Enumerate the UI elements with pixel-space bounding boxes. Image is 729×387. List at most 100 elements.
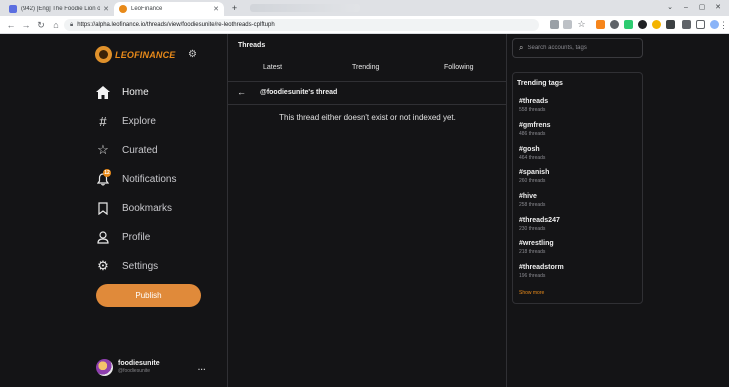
avatar: [96, 358, 113, 376]
tag-name: #wrestling: [519, 240, 554, 247]
extension-icon[interactable]: [652, 20, 661, 29]
brand-name: LEOFINANCE: [115, 49, 176, 60]
nav-bookmarks[interactable]: Bookmarks: [95, 200, 172, 216]
trending-tag-item[interactable]: #hive 258 threads: [519, 193, 545, 208]
nav-explore[interactable]: # Explore: [95, 113, 156, 129]
back-arrow-icon[interactable]: ←: [237, 87, 246, 97]
extension-icon[interactable]: [624, 20, 633, 29]
close-window-icon[interactable]: ✕: [712, 3, 724, 13]
more-options-icon[interactable]: ...: [198, 363, 206, 372]
trending-tag-item[interactable]: #gmfrens 486 threads: [519, 122, 551, 137]
youtube-favicon-icon: [9, 5, 17, 13]
nav-label: Settings: [122, 260, 159, 272]
threads-feed: Threads Latest Trending Following ← @foo…: [227, 34, 507, 387]
reload-icon[interactable]: ↻: [35, 19, 47, 31]
back-nav-icon[interactable]: ←: [5, 19, 17, 31]
trending-tag-item[interactable]: #spanish 260 threads: [519, 169, 549, 184]
nav-label: Notifications: [122, 173, 177, 185]
url-text: https://alpha.leofinance.io/threads/view…: [77, 22, 275, 28]
nav-label: Explore: [122, 115, 156, 127]
bell-icon: 12: [95, 169, 111, 187]
search-box[interactable]: ⌕: [512, 38, 643, 58]
nav-notifications[interactable]: 12 Notifications: [95, 169, 177, 187]
empty-state-message: This thread either doesn't exist or not …: [279, 113, 456, 122]
tab-following[interactable]: Following: [444, 64, 474, 71]
trending-tag-item[interactable]: #threadstorm 196 threads: [519, 264, 564, 279]
trending-tag-item[interactable]: #threads 558 threads: [519, 98, 548, 113]
extension-icon[interactable]: [610, 20, 619, 29]
bookmark-star-icon[interactable]: ☆: [577, 20, 586, 29]
metamask-extension-icon[interactable]: [596, 20, 605, 29]
star-icon: ☆: [97, 142, 109, 157]
profile-avatar-icon[interactable]: [710, 20, 719, 29]
search-input[interactable]: [527, 45, 628, 51]
browser-toolbar: ← → ↻ ⌂ 🔒︎ https://alpha.leofinance.io/t…: [0, 16, 729, 34]
tag-count: 558 threads: [519, 107, 546, 113]
browser-menu-icon[interactable]: ⋮: [719, 19, 728, 31]
share-icon[interactable]: [563, 20, 572, 29]
bookmark-icon: [95, 200, 111, 216]
extensions-puzzle-icon[interactable]: [682, 20, 691, 29]
account-name: foodiesunite: [118, 360, 160, 367]
tab-search-icon[interactable]: ⌄: [664, 3, 676, 13]
browser-tab-leofinance[interactable]: LeoFinance ✕: [114, 2, 224, 16]
thread-title: @foodiesunite's thread: [260, 89, 338, 96]
close-tab-icon[interactable]: ✕: [103, 5, 109, 13]
gear-icon: ⚙: [97, 258, 109, 273]
new-tab-button[interactable]: +: [229, 3, 240, 14]
extension-icon[interactable]: [638, 20, 647, 29]
close-tab-icon[interactable]: ✕: [213, 5, 219, 13]
tag-count: 196 threads: [519, 273, 546, 279]
tab-trending[interactable]: Trending: [352, 64, 379, 71]
trending-title: Trending tags: [517, 80, 563, 87]
blurred-tab-area: [250, 4, 360, 12]
tag-name: #hive: [519, 193, 537, 200]
account-switcher[interactable]: foodiesunite @foodiesunite ...: [96, 356, 206, 378]
leofinance-logo[interactable]: LEOFINANCE: [95, 46, 176, 63]
forward-nav-icon[interactable]: →: [20, 19, 32, 31]
tag-count: 258 threads: [519, 202, 546, 208]
leofinance-page: LEOFINANCE ⚙ Home # Explore ☆ Curated 12…: [0, 34, 729, 387]
nav-label: Bookmarks: [122, 202, 173, 214]
nav-curated[interactable]: ☆ Curated: [95, 142, 158, 158]
trending-tags-panel: Trending tags #threads 558 threads #gmfr…: [512, 72, 643, 304]
translate-icon[interactable]: [550, 20, 559, 29]
notification-badge: 12: [103, 169, 111, 177]
show-more-link[interactable]: Show more: [519, 290, 544, 296]
browser-tab-youtube[interactable]: (942) [Eng] The Foodie Lion of th ✕: [4, 2, 114, 16]
publish-button[interactable]: Publish: [96, 284, 201, 307]
tag-count: 486 threads: [519, 131, 546, 137]
trending-tag-item[interactable]: #threads247 230 threads: [519, 217, 560, 232]
browser-tab-strip: (942) [Eng] The Foodie Lion of th ✕ LeoF…: [0, 0, 729, 16]
tag-name: #threads247: [519, 217, 560, 224]
tag-name: #gosh: [519, 146, 540, 153]
gear-icon[interactable]: ⚙: [188, 49, 197, 60]
tab-latest[interactable]: Latest: [263, 64, 282, 71]
tag-name: #threadstorm: [519, 264, 564, 271]
nav-settings[interactable]: ⚙ Settings: [95, 258, 158, 274]
trending-tag-item[interactable]: #gosh 464 threads: [519, 146, 545, 161]
maximize-window-icon[interactable]: ▢: [696, 3, 708, 13]
home-icon: [95, 84, 111, 100]
nav-label: Profile: [122, 231, 151, 243]
minimize-window-icon[interactable]: –: [680, 3, 692, 13]
page-title: Threads: [238, 42, 266, 49]
nav-label: Curated: [122, 144, 158, 156]
sidepanel-icon[interactable]: [696, 20, 705, 29]
divider: [228, 81, 507, 82]
address-bar[interactable]: 🔒︎ https://alpha.leofinance.io/threads/v…: [64, 19, 539, 31]
nav-label: Home: [122, 86, 149, 98]
tag-count: 260 threads: [519, 178, 546, 184]
nav-profile[interactable]: Profile: [95, 229, 150, 245]
tab-title: (942) [Eng] The Foodie Lion of th: [21, 6, 101, 12]
trending-tag-item[interactable]: #wrestling 218 threads: [519, 240, 554, 255]
divider: [228, 104, 507, 105]
nav-home[interactable]: Home: [95, 84, 149, 100]
user-icon: [95, 229, 111, 245]
tag-name: #gmfrens: [519, 122, 551, 129]
account-info: foodiesunite @foodiesunite: [118, 360, 198, 374]
home-browser-icon[interactable]: ⌂: [50, 19, 62, 31]
right-sidebar: ⌕ Trending tags #threads 558 threads #gm…: [507, 34, 729, 387]
extension-icon[interactable]: [666, 20, 675, 29]
leofinance-favicon-icon: [119, 5, 127, 13]
